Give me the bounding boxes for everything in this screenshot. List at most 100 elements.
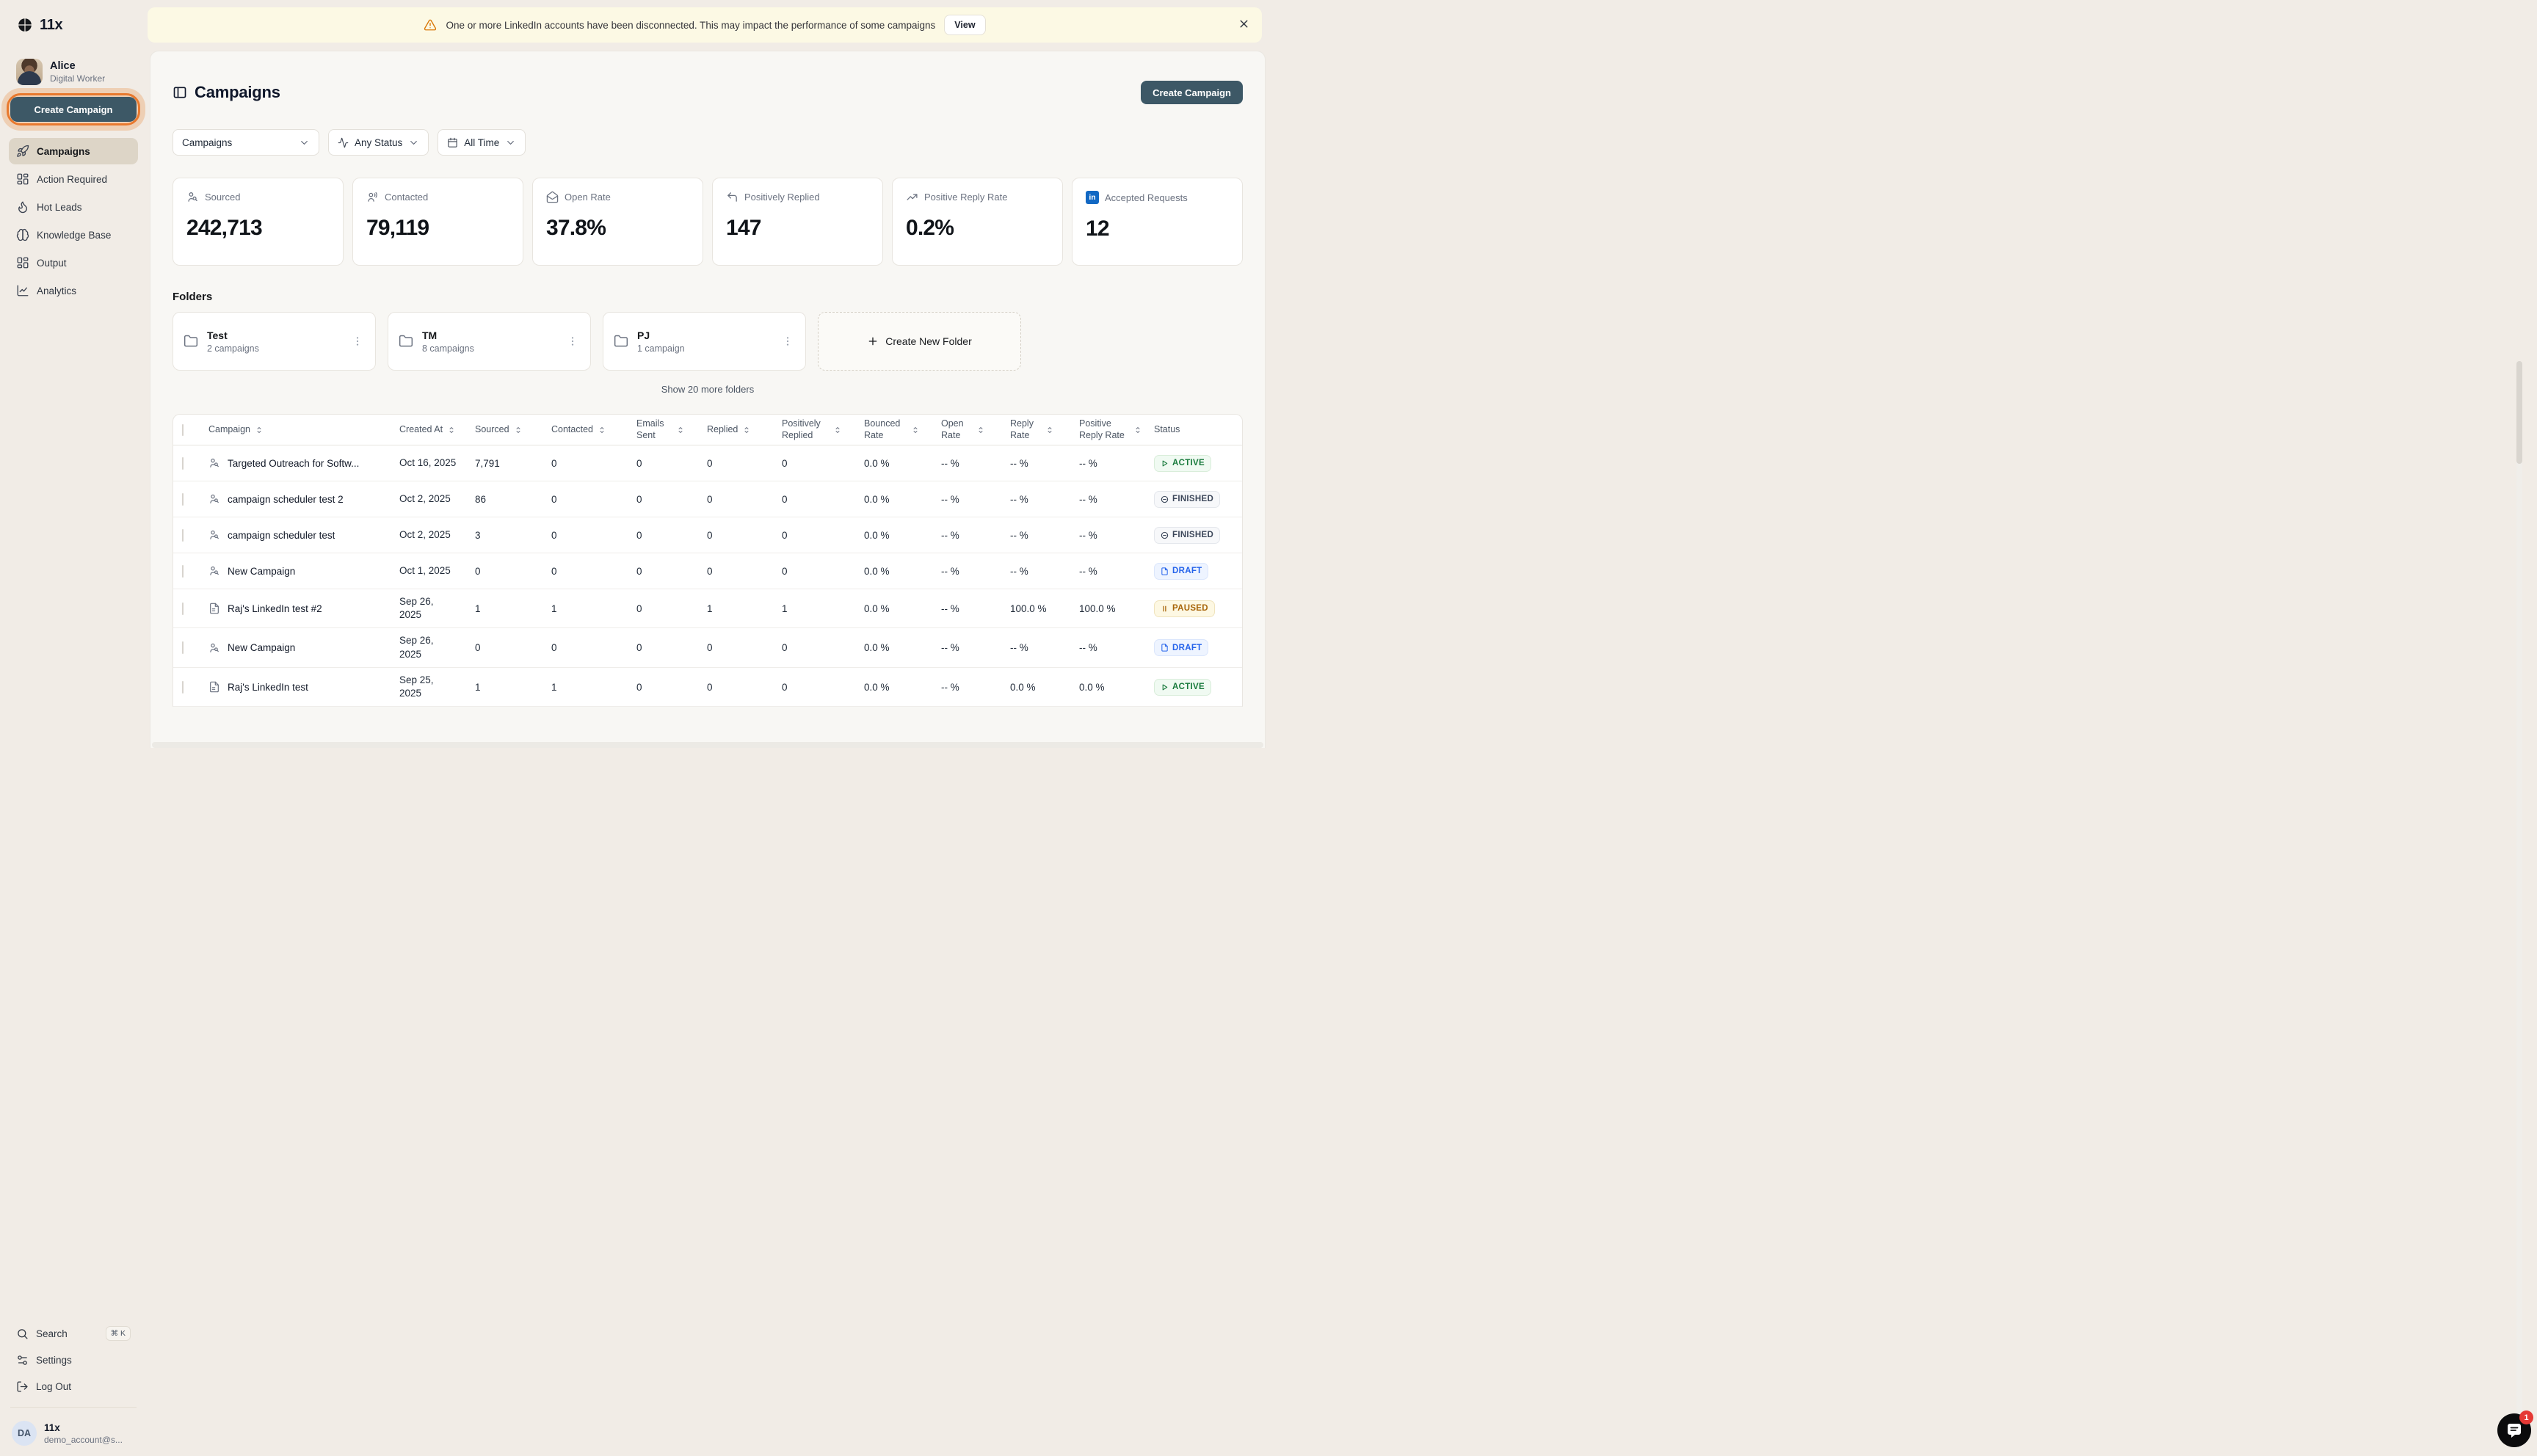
campaign-name[interactable]: Raj's LinkedIn test #2 [228, 603, 322, 614]
kebab-menu-icon[interactable] [349, 332, 366, 350]
banner-view-button[interactable]: View [944, 15, 985, 35]
chevron-down-icon [505, 137, 516, 148]
stat-open-rate: Open Rate 37.8% [532, 178, 703, 266]
cell-positive-reply-rate: -- % [1079, 642, 1154, 653]
cell-positively-replied: 0 [782, 642, 864, 653]
col-created-at[interactable]: Created At [399, 424, 475, 436]
cell-bounced-rate: 0.0 % [864, 494, 941, 505]
table-row[interactable]: Targeted Outreach for Softw... Oct 16, 2… [173, 445, 1242, 481]
folder-card[interactable]: Test 2 campaigns [173, 312, 376, 371]
cell-created-at: Oct 2, 2025 [399, 487, 475, 512]
close-icon[interactable] [1238, 18, 1250, 30]
campaign-name[interactable]: campaign scheduler test 2 [228, 494, 344, 505]
col-positively-replied[interactable]: Positively Replied [782, 418, 864, 441]
sidebar-item-logout[interactable]: Log Out [9, 1373, 138, 1399]
time-filter[interactable]: All Time [438, 129, 526, 156]
select-all-checkbox[interactable] [182, 424, 184, 436]
sort-icon [976, 426, 985, 434]
sidebar-item-analytics[interactable]: Analytics [9, 277, 138, 304]
sidebar-item-action-required[interactable]: Action Required [9, 166, 138, 192]
cell-replied: 0 [707, 458, 782, 469]
sidebar-item-output[interactable]: Output [9, 250, 138, 276]
sort-icon [911, 426, 920, 434]
campaign-name[interactable]: New Campaign [228, 566, 295, 577]
sidebar-nav: Campaigns Action Required Hot Leads Know… [9, 138, 138, 304]
col-campaign[interactable]: Campaign [208, 424, 399, 436]
col-sourced[interactable]: Sourced [475, 424, 551, 436]
cell-positive-reply-rate: -- % [1079, 494, 1154, 505]
row-checkbox[interactable] [182, 493, 184, 506]
cell-bounced-rate: 0.0 % [864, 682, 941, 693]
table-row[interactable]: campaign scheduler test 2 Oct 2, 2025 86… [173, 481, 1242, 517]
campaign-name[interactable]: campaign scheduler test [228, 530, 335, 541]
row-checkbox[interactable] [182, 603, 184, 615]
table-row[interactable]: Raj's LinkedIn test #2 Sep 26, 2025 1 1 … [173, 589, 1242, 628]
vertical-scrollbar[interactable] [2516, 361, 2522, 1452]
create-new-folder-button[interactable]: Create New Folder [818, 312, 1021, 371]
sidebar-item-search[interactable]: Search ⌘ K [9, 1320, 138, 1347]
status-badge: PAUSED [1154, 600, 1215, 617]
panel-toggle-icon[interactable] [173, 85, 187, 100]
kebab-menu-icon[interactable] [564, 332, 581, 350]
table-body: Targeted Outreach for Softw... Oct 16, 2… [173, 445, 1242, 707]
cell-sourced: 1 [475, 682, 551, 693]
row-checkbox[interactable] [182, 529, 184, 542]
status-filter[interactable]: Any Status [328, 129, 429, 156]
chat-launcher-button[interactable]: 1 [2497, 1413, 2531, 1447]
page-title: Campaigns [195, 83, 280, 102]
folder-card[interactable]: TM 8 campaigns [388, 312, 591, 371]
user-search-icon [186, 191, 199, 203]
col-status: Status [1154, 424, 1242, 436]
sidebar-create-campaign-button[interactable]: Create Campaign [10, 97, 137, 122]
cell-open-rate: -- % [941, 642, 1010, 653]
campaign-name[interactable]: New Campaign [228, 642, 295, 653]
col-emails-sent[interactable]: Emails Sent [636, 418, 707, 441]
table-row[interactable]: New Campaign Sep 26, 2025 0 0 0 0 0 0.0 … [173, 628, 1242, 667]
table-row[interactable]: campaign scheduler test Oct 2, 2025 3 0 … [173, 517, 1242, 553]
cell-replied: 0 [707, 530, 782, 541]
row-checkbox[interactable] [182, 565, 184, 578]
campaign-type-filter[interactable]: Campaigns [173, 129, 319, 156]
main-panel: Campaigns Create Campaign Campaigns Any … [150, 51, 1266, 748]
status-badge: FINISHED [1154, 527, 1220, 544]
sidebar-footer: Search ⌘ K Settings Log Out DA 11x demo_… [9, 1320, 138, 1456]
digital-worker-card: Alice Digital Worker [16, 59, 138, 85]
sidebar-item-campaigns[interactable]: Campaigns [9, 138, 138, 164]
kebab-menu-icon[interactable] [779, 332, 796, 350]
col-open-rate[interactable]: Open Rate [941, 418, 1010, 441]
row-checkbox[interactable] [182, 457, 184, 470]
cell-positively-replied: 0 [782, 566, 864, 577]
col-bounced-rate[interactable]: Bounced Rate [864, 418, 941, 441]
row-checkbox[interactable] [182, 641, 184, 654]
sort-icon [255, 426, 264, 434]
folder-count: 1 campaign [637, 343, 685, 354]
col-positive-reply-rate[interactable]: Positive Reply Rate [1079, 418, 1154, 441]
play-icon [1161, 459, 1169, 467]
table-row[interactable]: Raj's LinkedIn test Sep 25, 2025 1 1 0 0… [173, 668, 1242, 707]
stat-value: 79,119 [366, 216, 509, 241]
horizontal-scrollbar[interactable] [152, 742, 1263, 748]
logout-icon [16, 1380, 29, 1393]
stat-value: 242,713 [186, 216, 330, 241]
show-more-folders-button[interactable]: Show 20 more folders [661, 384, 754, 395]
folder-card[interactable]: PJ 1 campaign [603, 312, 806, 371]
status-badge: ACTIVE [1154, 455, 1211, 472]
account-switcher[interactable]: DA 11x demo_account@s... [9, 1415, 138, 1456]
campaign-name[interactable]: Targeted Outreach for Softw... [228, 458, 359, 469]
annotation-highlight: Create Campaign [10, 97, 137, 122]
11x-logo-icon [16, 16, 34, 34]
sidebar-item-knowledge-base[interactable]: Knowledge Base [9, 222, 138, 248]
sidebar-item-settings[interactable]: Settings [9, 1347, 138, 1373]
col-reply-rate[interactable]: Reply Rate [1010, 418, 1079, 441]
col-replied[interactable]: Replied [707, 424, 782, 436]
create-campaign-button[interactable]: Create Campaign [1141, 81, 1243, 104]
sidebar-item-hot-leads[interactable]: Hot Leads [9, 194, 138, 220]
col-contacted[interactable]: Contacted [551, 424, 636, 436]
cell-replied: 0 [707, 566, 782, 577]
file-icon [1161, 567, 1169, 575]
rocket-icon [16, 145, 29, 158]
campaign-name[interactable]: Raj's LinkedIn test [228, 682, 308, 693]
row-checkbox[interactable] [182, 681, 184, 694]
table-header-row: Campaign Created At Sourced Contacted Em… [173, 415, 1242, 445]
table-row[interactable]: New Campaign Oct 1, 2025 0 0 0 0 0 0.0 %… [173, 553, 1242, 589]
